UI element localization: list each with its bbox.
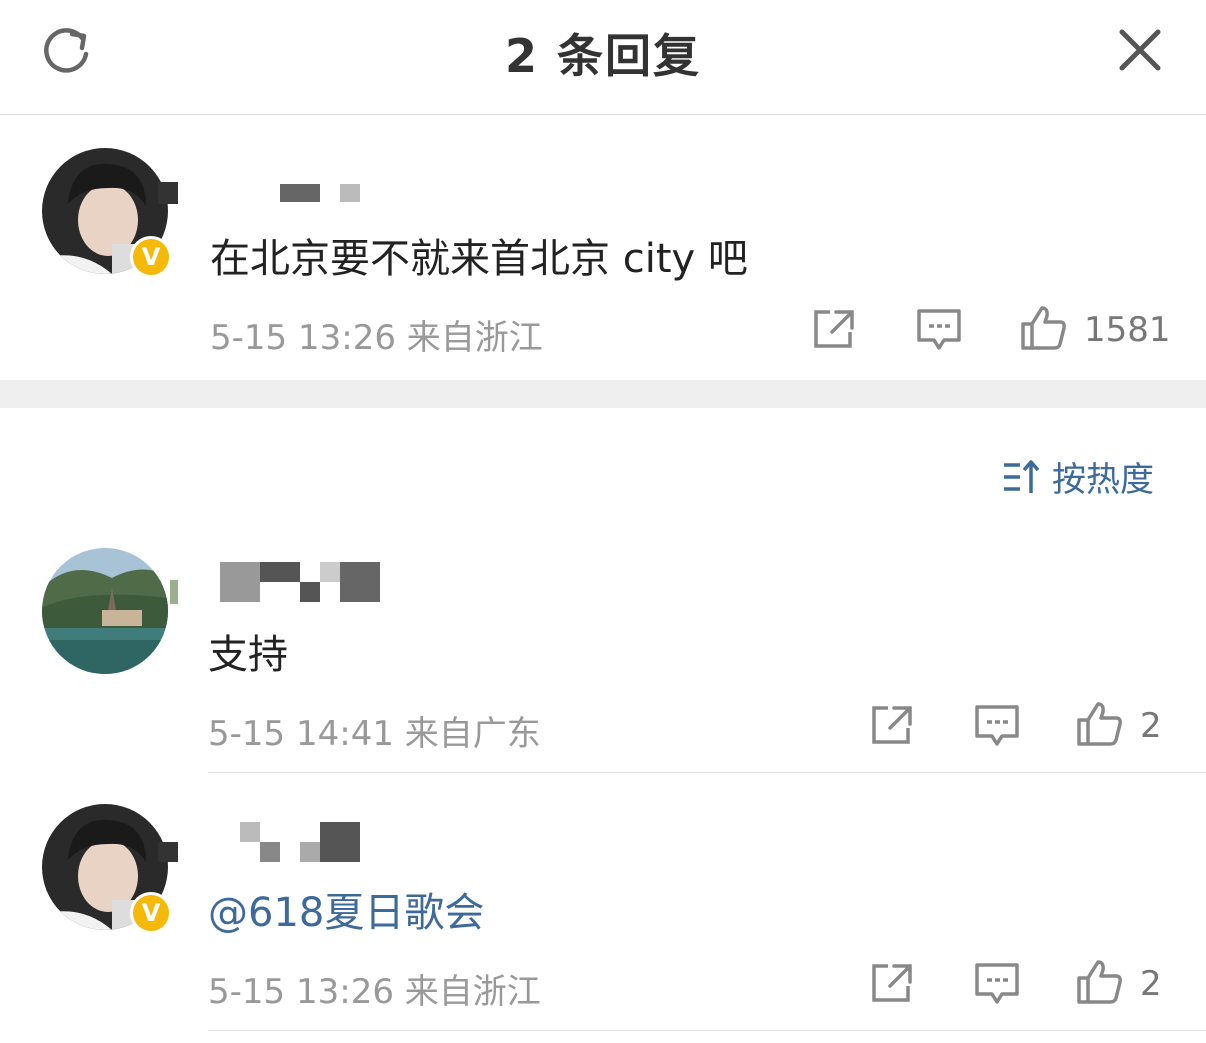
username-blur bbox=[158, 182, 178, 204]
username-blur bbox=[340, 184, 360, 202]
username-blur bbox=[340, 562, 380, 602]
username-blur bbox=[320, 822, 360, 862]
comment-meta: 5-15 13:26 来自浙江 bbox=[210, 310, 543, 359]
section-divider bbox=[0, 380, 1206, 408]
share-icon[interactable] bbox=[870, 704, 914, 746]
close-icon[interactable] bbox=[1114, 24, 1166, 76]
avatar[interactable] bbox=[42, 548, 168, 674]
username-blur bbox=[260, 842, 280, 862]
comment-time: 5-15 13:26 bbox=[210, 318, 396, 358]
reply-meta: 5-15 13:26 来自浙江 bbox=[208, 964, 541, 1013]
like-icon[interactable] bbox=[1020, 304, 1068, 352]
username-blur bbox=[300, 582, 320, 602]
like-icon[interactable] bbox=[1076, 700, 1124, 748]
reply-text: 支持 bbox=[208, 632, 288, 678]
like-icon[interactable] bbox=[1076, 958, 1124, 1006]
username-blur bbox=[280, 184, 320, 202]
verified-badge: V bbox=[130, 236, 172, 278]
share-icon[interactable] bbox=[812, 308, 856, 350]
username-blur bbox=[158, 842, 178, 862]
mention-link[interactable]: @618夏日歌会 bbox=[208, 880, 484, 938]
comment-icon[interactable] bbox=[916, 308, 962, 352]
sort-button[interactable]: 按热度 bbox=[1000, 452, 1154, 500]
username-blur bbox=[220, 562, 260, 602]
reply-location: 来自浙江 bbox=[404, 972, 541, 1012]
sort-icon bbox=[1004, 460, 1040, 493]
verified-badge: V bbox=[130, 892, 172, 934]
comment-location: 来自浙江 bbox=[406, 318, 543, 358]
reply-time: 5-15 13:26 bbox=[208, 972, 394, 1012]
like-count: 1581 bbox=[1084, 310, 1171, 350]
username-blur bbox=[170, 580, 178, 604]
reply-meta: 5-15 14:41 来自广东 bbox=[208, 706, 541, 755]
username-blur bbox=[300, 842, 320, 862]
comment-icon[interactable] bbox=[974, 704, 1020, 748]
username-blur bbox=[260, 562, 300, 582]
reply-time: 5-15 14:41 bbox=[208, 714, 394, 754]
like-count: 2 bbox=[1140, 964, 1162, 1004]
reply-location: 来自广东 bbox=[404, 714, 541, 754]
page-title: 2 条回复 bbox=[504, 29, 702, 83]
comment-icon[interactable] bbox=[974, 962, 1020, 1006]
username-blur bbox=[240, 822, 260, 842]
share-icon[interactable] bbox=[870, 962, 914, 1004]
like-count: 2 bbox=[1140, 706, 1162, 746]
row-separator bbox=[208, 772, 1206, 773]
sort-label: 按热度 bbox=[1052, 460, 1154, 500]
comment-text: 在北京要不就来首北京 city 吧 bbox=[210, 236, 748, 282]
username-blur bbox=[320, 562, 340, 582]
row-separator bbox=[208, 1030, 1206, 1031]
